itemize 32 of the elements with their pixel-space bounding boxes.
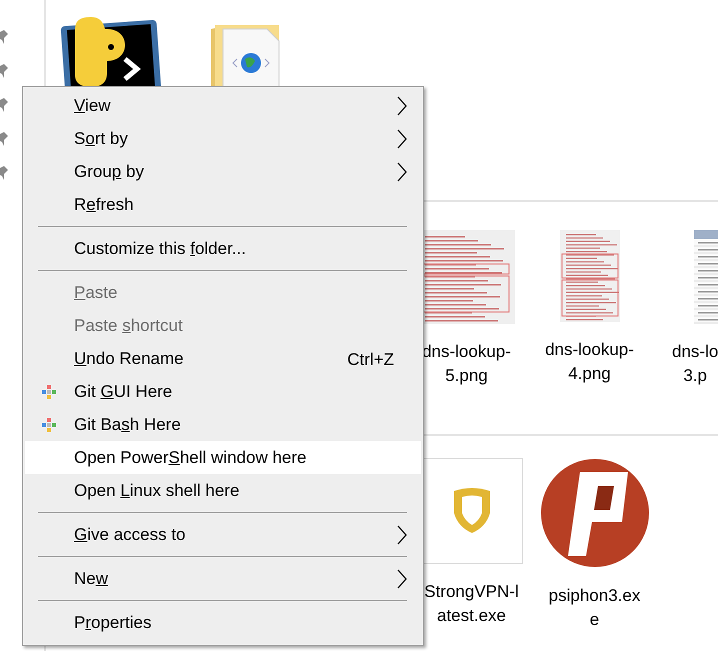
chevron-icon <box>396 162 408 182</box>
file-name: dns-lookup- 5.png <box>422 341 511 387</box>
diamond-icon <box>41 384 57 400</box>
menu-item[interactable]: Sort by <box>25 122 421 155</box>
chevron-icon <box>396 129 408 149</box>
app-icon[interactable] <box>540 458 650 568</box>
menu-item[interactable]: View <box>25 89 421 122</box>
menu-item[interactable]: Refresh <box>25 188 421 221</box>
menu-item[interactable]: Group by <box>25 155 421 188</box>
file-name: dns-lookup- 4.png <box>545 339 634 385</box>
pin-icon[interactable] <box>0 30 8 46</box>
pin-icon[interactable] <box>0 166 8 182</box>
file-name: dns-lo 3.p <box>671 341 718 387</box>
menu-item[interactable]: Open PowerShell window here <box>25 441 421 474</box>
menu-item[interactable]: Undo Rename Ctrl+Z <box>25 342 421 375</box>
menu-item[interactable]: Open Linux shell here <box>25 474 421 507</box>
pin-icon[interactable] <box>0 132 8 148</box>
file-name: StrongVPN-l atest.exe <box>424 581 519 627</box>
menu-item[interactable]: Give access to <box>25 518 421 551</box>
shortcut-text: Ctrl+Z <box>347 349 394 371</box>
file-name: psiphon3.ex e <box>548 585 640 631</box>
menu-item[interactable]: Customize this folder... <box>25 232 421 265</box>
pin-icon[interactable] <box>0 98 8 114</box>
menu-item[interactable]: Git Bash Here <box>25 408 421 441</box>
menu-item[interactable]: New <box>25 562 421 595</box>
menu-item[interactable]: Git GUI Here <box>25 375 421 408</box>
diamond-icon <box>41 417 57 433</box>
chevron-icon <box>396 525 408 545</box>
chevron-icon <box>396 96 408 116</box>
chevron-icon <box>396 569 408 589</box>
pin-icon[interactable] <box>0 64 8 80</box>
menu-item[interactable]: Properties <box>25 606 421 639</box>
